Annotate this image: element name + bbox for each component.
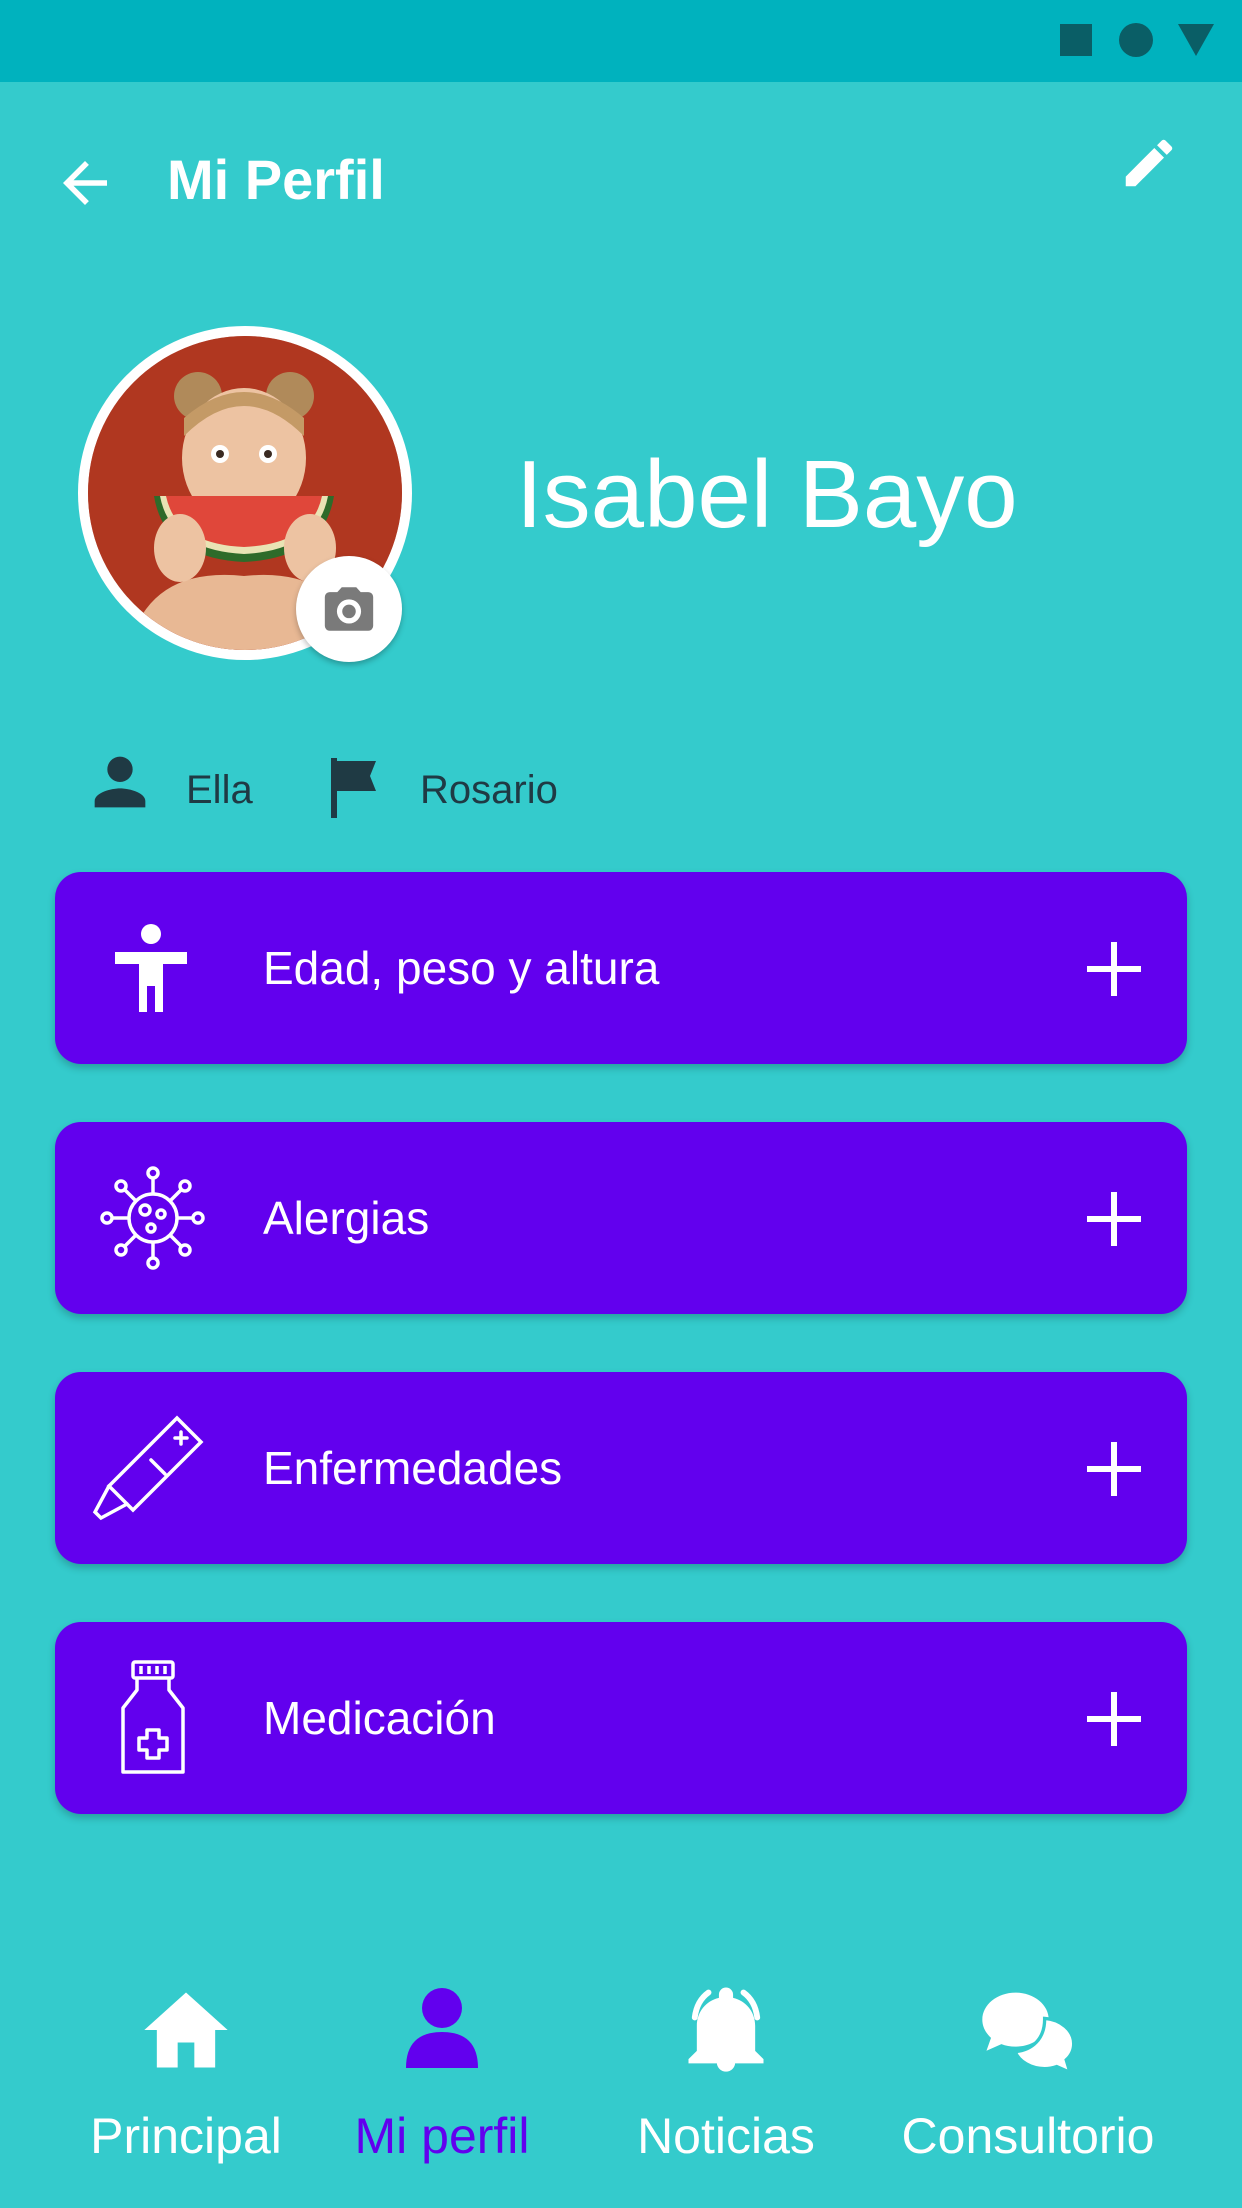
- person-icon: [94, 756, 146, 808]
- card-diseases[interactable]: Enfermedades: [55, 1372, 1187, 1564]
- home-icon: [144, 1992, 228, 2068]
- status-bar: [0, 0, 1242, 82]
- nav-label: Principal: [90, 2108, 282, 2164]
- change-photo-button[interactable]: [296, 556, 402, 662]
- card-age-weight-height[interactable]: Edad, peso y altura: [55, 872, 1187, 1064]
- nav-noticias[interactable]: Noticias: [586, 1980, 866, 2180]
- nav-label: Mi perfil: [354, 2108, 530, 2164]
- card-allergies[interactable]: Alergias: [55, 1122, 1187, 1314]
- page-title: Mi Perfil: [167, 148, 385, 211]
- nav-consultorio[interactable]: Consultorio: [888, 1980, 1168, 2180]
- card-label: Medicación: [263, 1692, 496, 1744]
- circle-icon: [1119, 23, 1153, 57]
- plus-icon[interactable]: [1087, 1442, 1141, 1496]
- plus-icon[interactable]: [1087, 1192, 1141, 1246]
- pencil-icon[interactable]: [1118, 132, 1180, 194]
- card-label: Edad, peso y altura: [263, 942, 660, 994]
- city-text: Rosario: [420, 768, 558, 812]
- nav-label: Noticias: [637, 2108, 815, 2164]
- card-label: Enfermedades: [263, 1442, 563, 1494]
- plus-icon[interactable]: [1087, 1692, 1141, 1746]
- medicine-bottle-icon: [121, 1660, 185, 1774]
- square-icon: [1060, 24, 1092, 56]
- back-arrow-icon[interactable]: [52, 150, 118, 216]
- profile-name: Isabel Bayo: [516, 441, 1018, 548]
- bell-icon: [688, 1987, 764, 2072]
- chat-bubbles-icon: [982, 1992, 1076, 2076]
- triangle-icon: [1178, 24, 1214, 56]
- nav-principal[interactable]: Principal: [46, 1980, 326, 2180]
- plus-icon[interactable]: [1087, 942, 1141, 996]
- thermometer-icon: [92, 1415, 204, 1521]
- flag-icon: [331, 758, 376, 818]
- camera-icon: [324, 587, 374, 631]
- virus-icon: [100, 1166, 205, 1270]
- card-medication[interactable]: Medicación: [55, 1622, 1187, 1814]
- nav-mi-perfil[interactable]: Mi perfil: [302, 1980, 582, 2180]
- nav-label: Consultorio: [901, 2108, 1155, 2164]
- body-figure-icon: [115, 924, 187, 1012]
- card-label: Alergias: [263, 1192, 430, 1244]
- pronoun-text: Ella: [186, 768, 253, 812]
- person-icon: [406, 1988, 478, 2068]
